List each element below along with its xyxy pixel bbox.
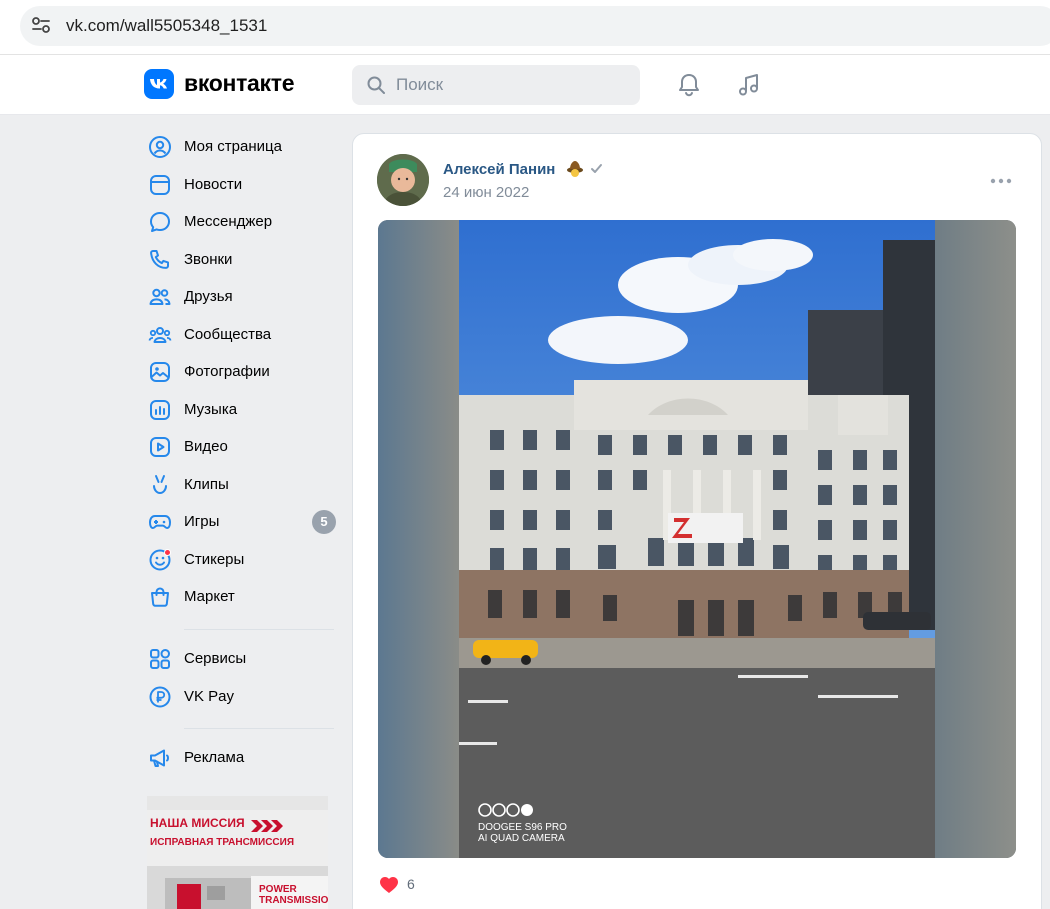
games-icon: [149, 515, 171, 529]
search-input[interactable]: [396, 65, 626, 105]
sidebar-item-label: Друзья: [184, 288, 233, 305]
sidebar-item-label: Сообщества: [184, 326, 272, 343]
sidebar-item-video[interactable]: Видео: [146, 428, 341, 464]
wall-post: Алексей Панин 24 июн 2022 DOOGEE S96 PRO…: [352, 133, 1042, 909]
site-settings-icon[interactable]: [30, 14, 52, 36]
like-count: 6: [407, 876, 415, 892]
sidebar-item-label: Стикеры: [184, 551, 245, 568]
ad-brand-line1: POWER: [259, 884, 297, 895]
sidebar-divider: [184, 629, 334, 630]
camera-model: DOOGEE S96 PRO: [478, 822, 567, 833]
ad-headline: НАША МИССИЯ: [150, 816, 245, 830]
sidebar-item-label: Клипы: [184, 476, 229, 493]
music-icon: [150, 400, 170, 420]
news-icon: [150, 175, 170, 195]
sidebar-item-label: Новости: [184, 176, 243, 193]
sidebar-item-communities[interactable]: Сообщества: [146, 316, 341, 352]
bell-icon[interactable]: [675, 71, 703, 99]
verified-check-icon: [591, 164, 602, 173]
url-text[interactable]: vk.com/wall5505348_1531: [66, 16, 267, 36]
sidebar-item-calls[interactable]: Звонки: [146, 241, 341, 277]
search-box[interactable]: [352, 65, 640, 105]
sidebar-item-stickers[interactable]: Стикеры: [146, 541, 341, 577]
profile-icon: [149, 136, 171, 158]
vk-header: вконтакте: [0, 55, 1050, 115]
heart-icon: [380, 877, 398, 893]
post-date[interactable]: 24 июн 2022: [443, 184, 529, 201]
communities-icon: [148, 327, 172, 343]
games-badge: 5: [312, 510, 336, 534]
sidebar-item-label: Маркет: [184, 588, 235, 605]
phone-icon: [150, 250, 169, 269]
ads-icon: [150, 749, 169, 767]
vkpay-icon: [149, 686, 171, 708]
photos-icon: [150, 362, 170, 382]
sidebar-item-messenger[interactable]: Мессенджер: [146, 203, 341, 239]
sidebar-item-music[interactable]: Музыка: [146, 391, 341, 427]
video-icon: [150, 437, 170, 457]
avatar-photo: [377, 154, 429, 206]
sidebar-divider: [184, 728, 334, 729]
sidebar-item-friends[interactable]: Друзья: [146, 278, 341, 314]
sidebar-item-photos[interactable]: Фотографии: [146, 353, 341, 389]
post-photo[interactable]: DOOGEE S96 PRO AI QUAD CAMERA: [378, 220, 1016, 858]
vk-logo-text[interactable]: вконтакте: [184, 70, 295, 97]
ad-brand-line2: TRANSMISSIO: [259, 895, 328, 906]
emoji-hat-icon: [567, 161, 583, 177]
like-button[interactable]: 6: [378, 874, 438, 896]
post-author-name[interactable]: Алексей Панин: [443, 161, 555, 178]
sidebar-item-news[interactable]: Новости: [146, 166, 341, 202]
sidebar-item-my-page[interactable]: Моя страница: [146, 128, 341, 164]
services-icon: [150, 649, 170, 669]
sidebar-item-label: Мессенджер: [184, 213, 273, 230]
sidebar-item-label: Звонки: [184, 251, 233, 268]
browser-address-bar: vk.com/wall5505348_1531: [0, 0, 1050, 55]
stickers-icon: [149, 549, 171, 571]
street-building-photo: [378, 220, 1016, 858]
more-options-icon[interactable]: [989, 174, 1013, 188]
search-icon: [367, 76, 385, 94]
sidebar-item-label: Музыка: [184, 401, 238, 418]
camera-watermark: DOOGEE S96 PRO AI QUAD CAMERA: [478, 822, 567, 844]
ad-brand: POWER TRANSMISSIO: [259, 884, 328, 906]
sidebar-item-clips[interactable]: Клипы: [146, 466, 341, 502]
ad-subline: ИСПРАВНАЯ ТРАНСМИССИЯ: [150, 837, 295, 848]
music-note-icon[interactable]: [735, 71, 763, 99]
sidebar-ad-image[interactable]: НАША МИССИЯ ИСПРАВНАЯ ТРАНСМИССИЯ POWER T…: [147, 796, 328, 909]
sidebar-item-vk-pay[interactable]: VK Pay: [146, 678, 341, 714]
sidebar-item-ads[interactable]: Реклама: [146, 739, 341, 775]
sidebar-item-games[interactable]: Игры 5: [146, 503, 341, 539]
friends-icon: [149, 288, 171, 305]
camera-tagline: AI QUAD CAMERA: [478, 833, 565, 844]
messenger-icon: [150, 212, 170, 232]
sidebar-item-label: Игры: [184, 513, 220, 530]
author-avatar[interactable]: [377, 154, 429, 206]
author-badges: [567, 161, 602, 177]
sidebar-item-label: Моя страница: [184, 138, 282, 155]
vk-logo-icon[interactable]: [144, 69, 174, 99]
sidebar-item-label: VK Pay: [184, 688, 235, 705]
sidebar-item-label: Фотографии: [184, 363, 270, 380]
market-icon: [151, 587, 169, 607]
sidebar-item-services[interactable]: Сервисы: [146, 640, 341, 676]
sidebar-item-label: Сервисы: [184, 650, 247, 667]
sidebar-item-label: Видео: [184, 438, 228, 455]
sidebar-item-market[interactable]: Маркет: [146, 578, 341, 614]
sidebar-item-label: Реклама: [184, 749, 245, 766]
clips-icon: [153, 475, 167, 495]
